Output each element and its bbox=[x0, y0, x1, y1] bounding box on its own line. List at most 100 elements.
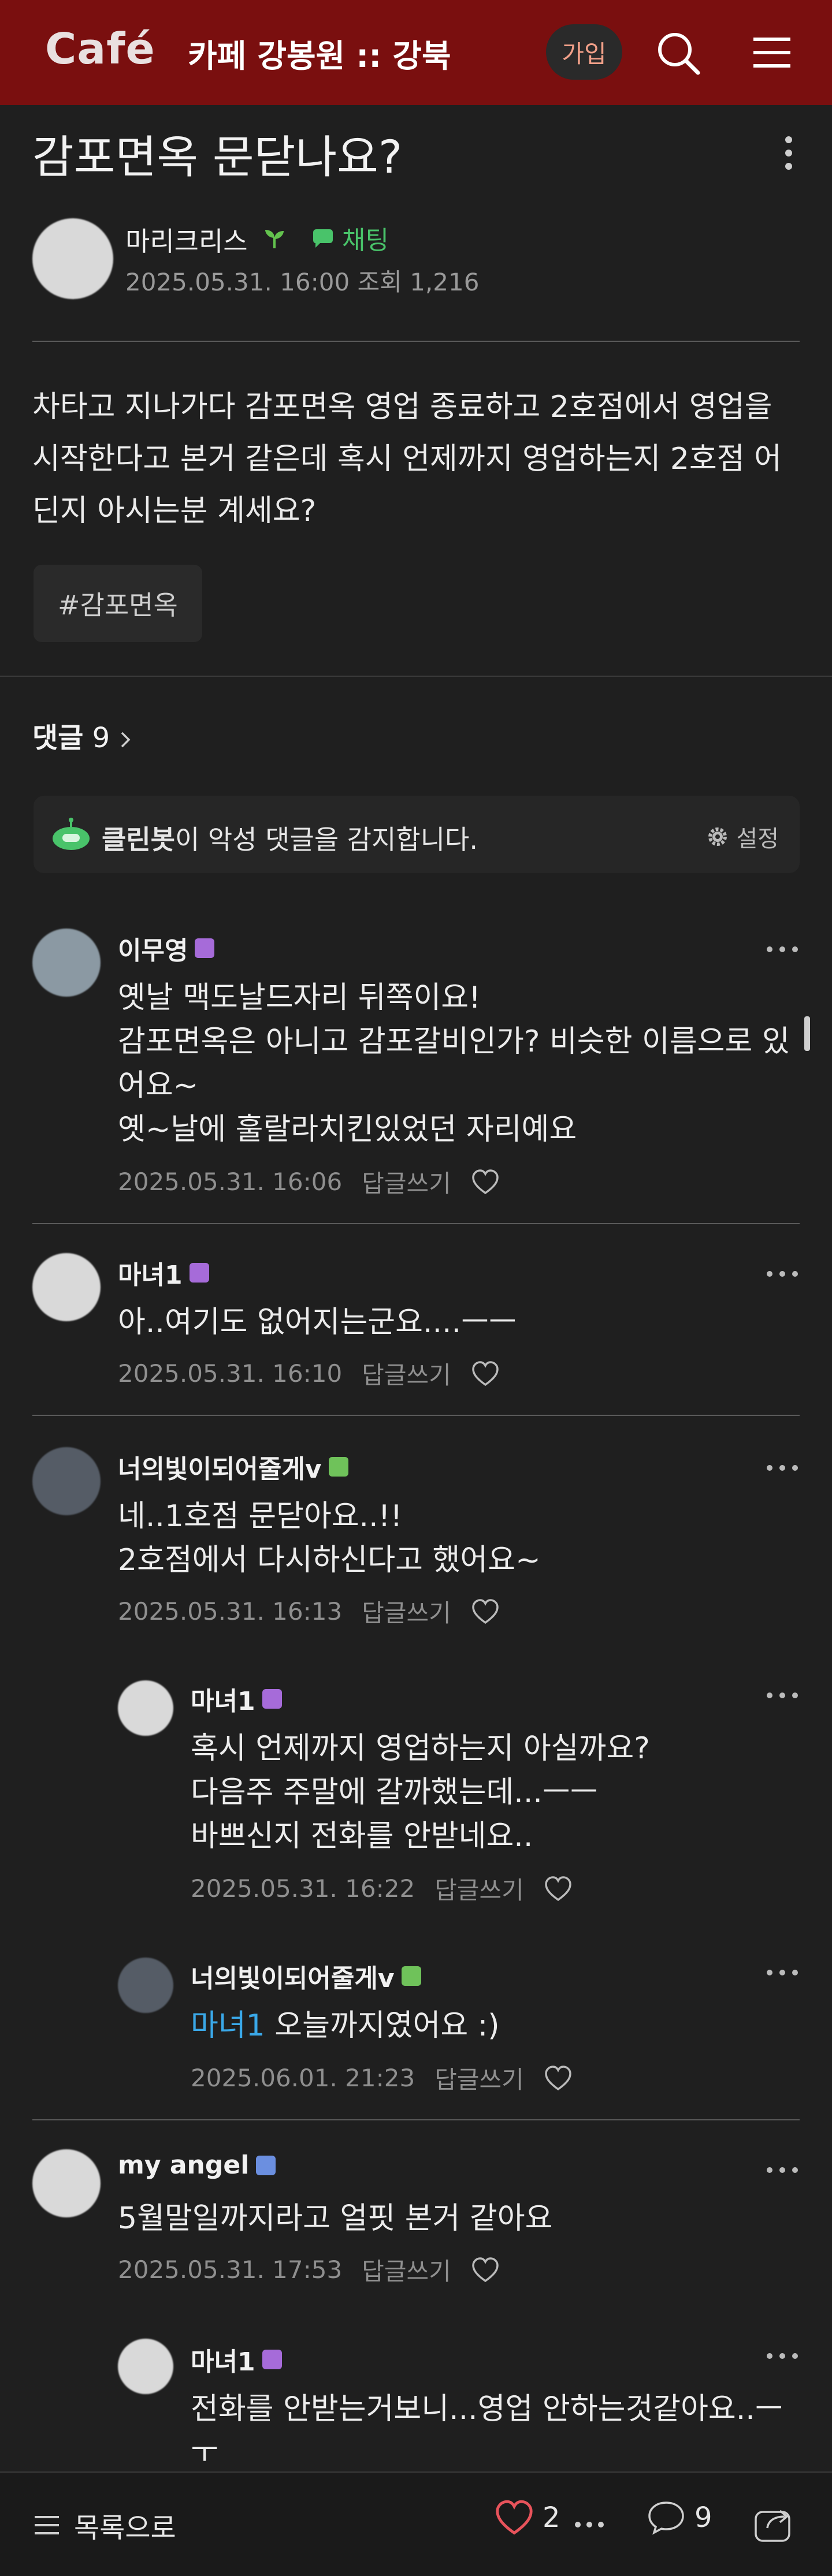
post-date: 2025.05.31. 16:00 bbox=[125, 268, 350, 296]
like-button[interactable]: 2 bbox=[494, 2499, 560, 2536]
comment-divider bbox=[32, 1223, 800, 1224]
replier-avatar[interactable] bbox=[118, 2339, 173, 2394]
comments-header[interactable]: 댓글 9 bbox=[32, 715, 133, 755]
reply-text: 마녀1 오늘까지였어요 :) bbox=[191, 2004, 797, 2048]
comment-text: 아..여기도 없어지는군요....ㅡㅡ bbox=[118, 1305, 517, 1340]
replier-avatar[interactable] bbox=[118, 1680, 173, 1736]
replier-name-text: 마녀1 bbox=[191, 2347, 255, 2377]
replier-name[interactable]: 너의빛이되어줄게v bbox=[191, 1958, 421, 1995]
heart-icon[interactable] bbox=[471, 1360, 500, 1387]
comment-more-icon[interactable] bbox=[764, 1268, 801, 1280]
list-label: 목록으로 bbox=[74, 2512, 176, 2544]
gear-icon bbox=[708, 827, 727, 846]
comment-button[interactable]: 9 bbox=[646, 2499, 712, 2536]
comment-more-icon[interactable] bbox=[764, 944, 801, 955]
replier-name[interactable]: 마녀1 bbox=[191, 1680, 282, 1717]
join-button[interactable]: 가입 bbox=[546, 24, 622, 80]
comment-meta: 2025.05.31. 16:06 답글쓰기 bbox=[118, 1164, 500, 1199]
comment-more-icon[interactable] bbox=[764, 1967, 801, 1978]
reply-text: 전화를 안받는거보니...영업 안하는것같아요..ㅡ ㅜ bbox=[191, 2392, 783, 2470]
commenter-avatar[interactable] bbox=[32, 929, 101, 997]
chat-link[interactable]: 채팅 bbox=[311, 219, 389, 256]
cafe-logo[interactable]: Café bbox=[45, 24, 155, 74]
reply-button[interactable]: 답글쓰기 bbox=[362, 1164, 451, 1199]
share-icon[interactable] bbox=[751, 2499, 797, 2545]
post-body: 차타고 지나가다 감포면옥 영업 종료하고 2호점에서 영업을 시작한다고 본거… bbox=[32, 390, 782, 528]
reply-date: 2025.05.31. 16:22 bbox=[191, 1874, 415, 1903]
post-views: 조회 1,216 bbox=[357, 268, 480, 296]
comment-meta: 2025.05.31. 17:53 답글쓰기 bbox=[118, 2252, 500, 2287]
chat-label: 채팅 bbox=[342, 226, 389, 255]
mention-link[interactable]: 마녀1 bbox=[191, 2008, 265, 2043]
reply-button[interactable]: 답글쓰기 bbox=[434, 1871, 524, 1906]
heart-icon[interactable] bbox=[471, 1598, 500, 1625]
comment-more-icon[interactable] bbox=[764, 2164, 801, 2176]
replier-name-text: 마녀1 bbox=[191, 1687, 255, 1716]
comment-text: 5월말일까지라고 얼핏 본거 같아요 bbox=[118, 2201, 553, 2236]
commenter-name[interactable]: 이무영 bbox=[118, 930, 215, 967]
section-divider bbox=[0, 676, 832, 677]
member-badge bbox=[256, 2155, 276, 2175]
scroll-indicator[interactable] bbox=[804, 1016, 810, 1051]
commenter-avatar[interactable] bbox=[32, 2149, 101, 2217]
list-button[interactable]: 목록으로 bbox=[32, 2505, 176, 2545]
cafe-name[interactable]: 카페 강봉원 :: 강북 bbox=[188, 30, 451, 76]
more-icon[interactable] bbox=[572, 2519, 607, 2530]
member-badge bbox=[262, 1689, 282, 1709]
comment-count: 9 bbox=[694, 2502, 712, 2534]
comment-icon bbox=[648, 2502, 684, 2535]
heart-icon[interactable] bbox=[471, 2257, 500, 2283]
commenter-name[interactable]: my angel bbox=[118, 2150, 276, 2180]
heart-icon[interactable] bbox=[544, 1876, 573, 1902]
heart-icon[interactable] bbox=[544, 2065, 573, 2092]
heart-icon[interactable] bbox=[471, 1169, 500, 1195]
search-icon[interactable] bbox=[652, 27, 704, 79]
member-badge bbox=[195, 938, 215, 958]
reply-button[interactable]: 답글쓰기 bbox=[362, 2252, 451, 2287]
commenter-name-text: my angel bbox=[118, 2150, 250, 2180]
cleanbot-desc: 이 악성 댓글을 감지합니다. bbox=[174, 824, 478, 855]
commenter-name[interactable]: 마녀1 bbox=[118, 1254, 209, 1291]
commenter-avatar[interactable] bbox=[32, 1253, 101, 1321]
cleanbot-icon bbox=[53, 818, 90, 850]
replier-avatar[interactable] bbox=[118, 1958, 173, 2013]
comment-meta: 2025.05.31. 16:13 답글쓰기 bbox=[118, 1594, 500, 1629]
author-avatar[interactable] bbox=[32, 218, 113, 299]
comments-label: 댓글 bbox=[32, 722, 84, 754]
comment-date: 2025.05.31. 16:10 bbox=[118, 1359, 343, 1388]
post-tag[interactable]: #감포면옥 bbox=[34, 565, 202, 642]
commenter-avatar[interactable] bbox=[32, 1447, 101, 1515]
reply-meta: 2025.06.01. 21:23 답글쓰기 bbox=[191, 2060, 573, 2096]
reply-meta: 2025.05.31. 16:22 답글쓰기 bbox=[191, 1871, 573, 1906]
cleanbot-settings[interactable]: 설정 bbox=[706, 820, 779, 853]
member-badge bbox=[401, 1966, 421, 1986]
comment-meta: 2025.05.31. 16:10 답글쓰기 bbox=[118, 1356, 500, 1391]
reply-button[interactable]: 답글쓰기 bbox=[362, 1356, 451, 1391]
comment-text: 네..1호점 문닫아요..!! 2호점에서 다시하신다고 했어요~ bbox=[118, 1499, 541, 1578]
comment-more-icon[interactable] bbox=[764, 1462, 801, 1474]
cleanbot-banner: 클린봇이 악성 댓글을 감지합니다. 설정 bbox=[34, 796, 800, 873]
commenter-name-text: 마녀1 bbox=[118, 1261, 183, 1290]
post-meta: 2025.05.31. 16:00 조회 1,216 bbox=[125, 263, 479, 298]
comment-more-icon[interactable] bbox=[764, 2350, 801, 2362]
reply-text: 혹시 언제까지 영업하는지 아실까요? 다음주 주말에 갈까했는데...ㅡㅡ 바… bbox=[191, 1731, 650, 1854]
comment-more-icon[interactable] bbox=[764, 1690, 801, 1701]
post-divider bbox=[32, 341, 800, 342]
chat-bubble-icon bbox=[313, 229, 333, 248]
member-badge bbox=[189, 1263, 209, 1283]
member-badge bbox=[262, 2350, 282, 2369]
chevron-right-icon bbox=[121, 732, 131, 748]
commenter-name-text: 너의빛이되어줄게v bbox=[118, 1455, 322, 1484]
comment-divider bbox=[32, 2119, 800, 2120]
menu-icon[interactable] bbox=[745, 27, 797, 79]
post-title: 감포면옥 문닫나요? bbox=[32, 132, 403, 184]
reply-button[interactable]: 답글쓰기 bbox=[434, 2060, 524, 2096]
author-name[interactable]: 마리크리스 bbox=[125, 221, 248, 259]
reply-button[interactable]: 답글쓰기 bbox=[362, 1594, 451, 1629]
sprout-icon bbox=[265, 230, 284, 248]
replier-name[interactable]: 마녀1 bbox=[191, 2341, 282, 2378]
reply-text-body: 오늘까지였어요 :) bbox=[265, 2008, 500, 2043]
comment-date: 2025.05.31. 16:13 bbox=[118, 1597, 343, 1626]
more-options-icon[interactable] bbox=[774, 133, 803, 173]
commenter-name[interactable]: 너의빛이되어줄게v bbox=[118, 1448, 348, 1485]
